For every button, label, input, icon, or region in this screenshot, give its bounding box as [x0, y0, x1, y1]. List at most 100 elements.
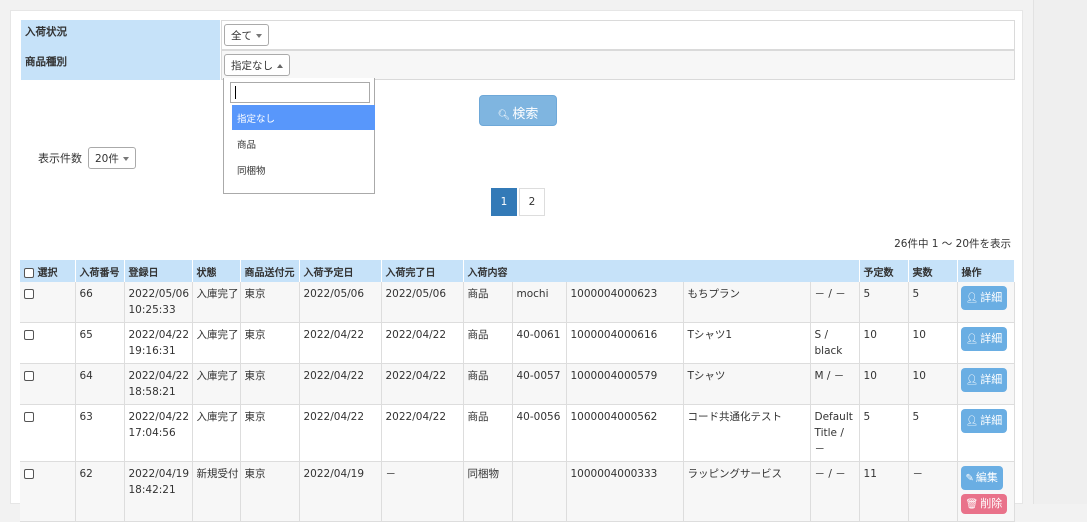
- dropdown-option[interactable]: 商品: [232, 131, 375, 156]
- page-button-1[interactable]: 1: [491, 188, 517, 216]
- registered-time: 18:58:21: [128, 386, 176, 398]
- registered-date: 2022/04/19: [128, 468, 190, 480]
- cell-code: mochi: [512, 282, 567, 323]
- cell-status: 入庫完了: [192, 282, 241, 323]
- detail-button[interactable]: 👤︎ 詳細: [960, 327, 1008, 351]
- cell-completed-date: 2022/04/22: [381, 322, 464, 364]
- cell-select: [20, 461, 76, 522]
- dropdown-option[interactable]: 指定なし: [232, 105, 375, 130]
- cell-select: [20, 363, 76, 405]
- dropdown-search-input[interactable]: [230, 82, 370, 103]
- header-actions: 操作: [957, 260, 1015, 282]
- dropdown-option[interactable]: 同梱物: [232, 157, 375, 182]
- cell-actions: 👤︎ 詳細: [957, 282, 1015, 323]
- cell-code: 40-0056: [512, 404, 567, 462]
- row-checkbox[interactable]: [24, 289, 34, 299]
- trash-icon: 🗑︎: [965, 499, 979, 510]
- cell-registered: 2022/04/19 18:42:21: [124, 461, 193, 522]
- cell-actual-qty: 5: [908, 282, 958, 323]
- product-type-dropdown: 指定なし 商品 同梱物: [223, 78, 375, 194]
- cell-status: 入庫完了: [192, 404, 241, 462]
- header-completed-date: 入荷完了日: [381, 260, 464, 282]
- cell-registered: 2022/05/06 10:25:33: [124, 282, 193, 323]
- cell-variant: S / black: [810, 322, 860, 364]
- row-checkbox[interactable]: [24, 469, 34, 479]
- table-row: 62 2022/04/19 18:42:21 新規受付 東京 2022/04/19 －同梱物…: [20, 461, 1015, 522]
- cell-actions: 👤︎ 詳細: [957, 404, 1015, 462]
- row-checkbox[interactable]: [24, 412, 34, 422]
- chevron-down-icon: [122, 157, 129, 161]
- cell-status: 新規受付: [192, 461, 241, 522]
- cell-name: コード共通化テスト: [683, 404, 811, 462]
- cell-sender: 東京: [240, 322, 300, 364]
- cell-actions: 👤︎ 詳細: [957, 363, 1015, 405]
- filter-label-product-type: 商品種別: [21, 50, 220, 80]
- arrival-table: 選択 入荷番号 登録日 状態 商品送付元 入荷予定日 入荷完了日 入荷内容 予定…: [20, 260, 1015, 522]
- cell-completed-date: 2022/04/22: [381, 404, 464, 462]
- detail-button[interactable]: 👤︎ 詳細: [960, 286, 1008, 310]
- cell-select: [20, 322, 76, 364]
- table-row: 64 2022/04/22 18:58:21 入庫完了 東京 2022/04/22 2022…: [20, 363, 1015, 405]
- cell-arrival-no: 63: [75, 404, 125, 462]
- user-icon: 👤︎: [965, 334, 979, 345]
- product-type-select[interactable]: 指定なし: [224, 54, 290, 76]
- cell-variant: － / －: [810, 461, 860, 522]
- detail-button[interactable]: 👤︎ 詳細: [960, 368, 1008, 392]
- cell-planned-qty: 11: [859, 461, 909, 522]
- page-button-2[interactable]: 2: [519, 188, 545, 216]
- cell-jan: 1000004000623: [566, 282, 684, 323]
- cell-planned-qty: 5: [859, 282, 909, 323]
- cell-actions: ✎ 編集 🗑︎ 削除: [957, 461, 1015, 522]
- row-checkbox[interactable]: [24, 371, 34, 381]
- action-label: 詳細: [980, 332, 1003, 345]
- cell-code: 40-0057: [512, 363, 567, 405]
- cell-name: もちプラン: [683, 282, 811, 323]
- cell-planned-date: 2022/04/19: [299, 461, 382, 522]
- cell-registered: 2022/04/22 17:04:56: [124, 404, 193, 462]
- select-all-checkbox[interactable]: [24, 267, 34, 278]
- cell-name: Tシャツ: [683, 363, 811, 405]
- registered-time: 10:25:33: [128, 304, 176, 316]
- cell-planned-date: 2022/04/22: [299, 363, 382, 405]
- header-arrival-no: 入荷番号: [75, 260, 125, 282]
- product-type-value: 指定なし: [231, 60, 273, 72]
- cell-arrival-no: 66: [75, 282, 125, 323]
- delete-button[interactable]: 🗑︎ 削除: [960, 494, 1008, 514]
- cell-name: Tシャツ1: [683, 322, 811, 364]
- registered-time: 17:04:56: [128, 427, 176, 439]
- cell-actual-qty: 5: [908, 404, 958, 462]
- header-select-label: 選択: [37, 267, 58, 279]
- action-label: 詳細: [980, 373, 1003, 386]
- cell-jan: 1000004000562: [566, 404, 684, 462]
- page-size-select[interactable]: 20件: [88, 147, 136, 169]
- registered-date: 2022/05/06: [128, 288, 190, 300]
- cell-select: [20, 404, 76, 462]
- cell-kind: 商品: [463, 282, 513, 323]
- cell-variant: M / －: [810, 363, 860, 405]
- edit-button[interactable]: ✎ 編集: [960, 466, 1003, 490]
- cell-kind: 商品: [463, 363, 513, 405]
- cell-arrival-no: 65: [75, 322, 125, 364]
- result-count-info: 26件中 1 ～ 20件を表示: [894, 238, 1011, 250]
- cell-registered: 2022/04/22 19:16:31: [124, 322, 193, 364]
- detail-button[interactable]: 👤︎ 詳細: [960, 409, 1008, 433]
- search-button[interactable]: 🔍︎ 検索: [479, 95, 557, 126]
- cell-planned-qty: 10: [859, 322, 909, 364]
- arrival-status-select[interactable]: 全て: [224, 24, 269, 46]
- cell-planned-qty: 5: [859, 404, 909, 462]
- cell-jan: 1000004000616: [566, 322, 684, 364]
- right-gutter: [1033, 0, 1087, 504]
- header-sender: 商品送付元: [240, 260, 300, 282]
- cell-planned-date: 2022/05/06: [299, 282, 382, 323]
- row-checkbox[interactable]: [24, 330, 34, 340]
- page-size-label: 表示件数: [38, 152, 82, 165]
- cell-variant: Default Title / －: [810, 404, 860, 462]
- header-planned-qty: 予定数: [859, 260, 909, 282]
- cell-actual-qty: 10: [908, 363, 958, 405]
- chevron-down-icon: [256, 34, 262, 38]
- user-icon: 👤︎: [965, 293, 979, 304]
- page-size-value: 20件: [95, 153, 119, 165]
- table-header-row: 選択 入荷番号 登録日 状態 商品送付元 入荷予定日 入荷完了日 入荷内容 予定…: [20, 260, 1015, 282]
- table-body: 66 2022/05/06 10:25:33 入庫完了 東京 2022/05/06 2022…: [20, 282, 1015, 522]
- cell-arrival-no: 64: [75, 363, 125, 405]
